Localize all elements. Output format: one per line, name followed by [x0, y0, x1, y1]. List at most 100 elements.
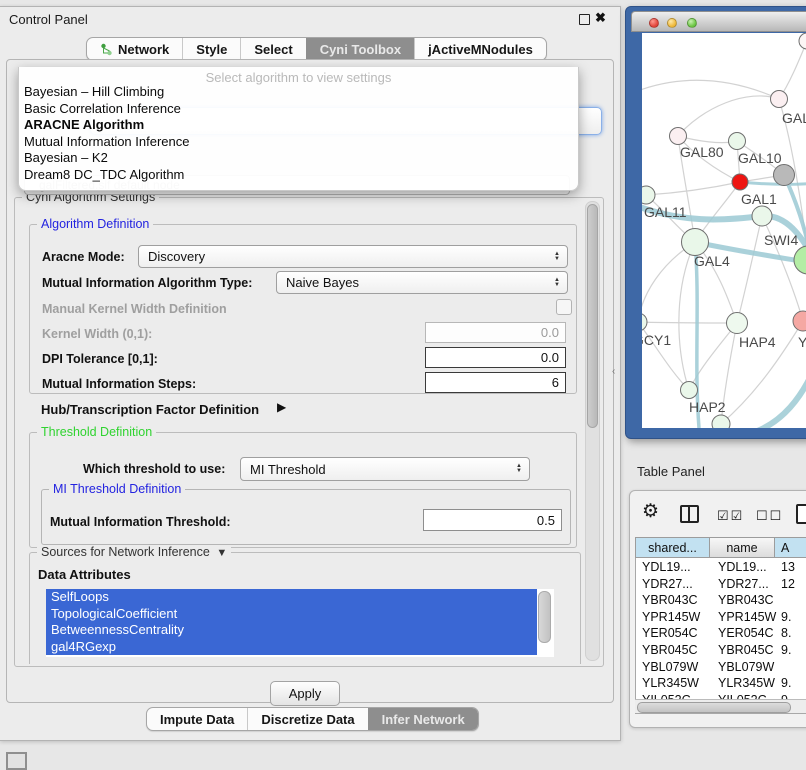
node-gal4[interactable] — [682, 229, 709, 256]
float-window-icon[interactable] — [579, 14, 590, 25]
table-row[interactable]: YDL19...YDL19...13 — [635, 559, 806, 576]
node-gcy1[interactable] — [642, 313, 647, 331]
node-label: HAP4 — [739, 334, 776, 350]
settings-scrollbar-thumb[interactable] — [587, 204, 598, 428]
apply-button[interactable]: Apply — [270, 681, 340, 706]
tab-cyni-toolbox[interactable]: Cyni Toolbox — [306, 38, 414, 60]
tab-discretize-data[interactable]: Discretize Data — [247, 708, 367, 730]
cell: 9 — [781, 693, 788, 699]
column-header-partial[interactable]: A — [775, 537, 806, 558]
algorithm-option-selected[interactable]: ARACNE Algorithm — [24, 117, 144, 132]
kernel-width-label: Kernel Width (0,1): — [42, 327, 152, 341]
settings-viewport: Algorithm Definition Aracne Mode: Discov… — [15, 198, 601, 664]
node[interactable] — [771, 91, 788, 108]
attribute-item-selected[interactable]: TopologicalCoefficient — [46, 606, 537, 623]
node-salmon[interactable] — [793, 311, 806, 331]
algorithm-option[interactable]: Bayesian – Hill Climbing — [24, 84, 164, 99]
tab-label: Discretize Data — [261, 712, 354, 727]
tab-jactivemnodules[interactable]: jActiveMNodules — [414, 38, 546, 60]
algorithm-option[interactable]: Bayesian – K2 — [24, 150, 108, 165]
export-table-icon[interactable] — [796, 504, 806, 524]
network-canvas[interactable]: GAL GAL80 GAL10 GAL1 GAL11 SWI4 GAL4 GCY… — [642, 33, 806, 428]
node-hap4[interactable] — [727, 313, 748, 334]
kernel-width-input[interactable] — [425, 322, 566, 343]
cell: YBL079W — [642, 660, 698, 674]
collapse-arrow-icon[interactable]: ▼ — [213, 547, 227, 559]
which-threshold-value: MI Threshold — [250, 462, 326, 477]
tab-label: Style — [196, 42, 227, 57]
tab-style[interactable]: Style — [182, 38, 240, 60]
algorithm-option[interactable]: Basic Correlation Inference — [24, 101, 181, 116]
table-row-clipped[interactable]: YIL052CYIL052C9 — [635, 692, 806, 699]
column-header-shared-name[interactable]: shared... — [635, 537, 710, 558]
node-gal11[interactable] — [642, 186, 655, 204]
node-label: GCY1 — [642, 332, 671, 348]
node-gal10[interactable] — [729, 133, 746, 150]
mi-algorithm-type-combobox[interactable]: Naive Bayes ▲▼ — [276, 271, 568, 294]
node[interactable] — [712, 415, 730, 428]
mi-algorithm-type-label: Mutual Information Algorithm Type: — [42, 276, 252, 290]
tab-network[interactable]: Network — [87, 38, 182, 60]
table-row[interactable]: YBR045CYBR045C9. — [635, 642, 806, 659]
table-horizontal-scrollbar[interactable] — [635, 699, 806, 713]
algorithm-option[interactable]: Mutual Information Inference — [24, 134, 189, 149]
attribute-item-selected[interactable]: BetweennessCentrality — [46, 622, 537, 639]
which-threshold-combobox[interactable]: MI Threshold ▲▼ — [240, 457, 530, 481]
control-panel-title: Control Panel — [9, 12, 88, 27]
algorithm-option[interactable]: Dream8 DC_TDC Algorithm — [24, 167, 184, 182]
node-label: Y — [798, 334, 806, 350]
expand-arrow-icon[interactable]: ▶ — [277, 400, 286, 414]
cell: YLR345W — [718, 676, 775, 690]
table-row[interactable]: YBL079WYBL079W — [635, 659, 806, 676]
mi-steps-input[interactable] — [425, 372, 566, 393]
dpi-tolerance-input[interactable] — [425, 347, 566, 368]
aracne-mode-combobox[interactable]: Discovery ▲▼ — [138, 245, 568, 268]
attribute-item-selected[interactable]: SelfLoops — [46, 589, 537, 606]
table-row[interactable]: YLR345WYLR345W9. — [635, 675, 806, 692]
node-gal1-red[interactable] — [732, 174, 748, 190]
deselect-all-checkboxes-icon[interactable]: ☐☐ — [756, 508, 783, 524]
spinner-arrows-icon: ▲▼ — [554, 252, 560, 262]
cell: YPR145W — [718, 610, 776, 624]
minimize-traffic-light-icon[interactable] — [667, 18, 677, 28]
splitter-handle[interactable]: ‹ — [612, 366, 615, 377]
manual-kernel-checkbox[interactable] — [556, 299, 572, 315]
settings-scrollbar[interactable] — [585, 201, 600, 661]
column-header-name[interactable]: name — [710, 537, 775, 558]
network-graph: GAL GAL80 GAL10 GAL1 GAL11 SWI4 GAL4 GCY… — [642, 33, 806, 428]
table-row[interactable]: YDR27...YDR27...12 — [635, 576, 806, 593]
attribute-item-selected[interactable]: gal4RGexp — [46, 639, 537, 656]
node-swi4[interactable] — [752, 206, 772, 226]
group-title: Threshold Definition — [37, 425, 156, 439]
close-icon[interactable]: ✖ — [595, 10, 606, 26]
node-label: HAP2 — [689, 399, 726, 415]
columns-icon[interactable] — [680, 505, 699, 523]
tab-label: Infer Network — [382, 712, 465, 727]
table-row[interactable]: YPR145WYPR145W9. — [635, 609, 806, 626]
tab-select[interactable]: Select — [240, 38, 305, 60]
network-window-titlebar[interactable] — [631, 11, 806, 32]
spinner-arrows-icon: ▲▼ — [516, 464, 522, 474]
table-horizontal-scrollbar-thumb[interactable] — [637, 702, 791, 713]
table-row[interactable]: YBR043CYBR043C — [635, 592, 806, 609]
node-hap2[interactable] — [681, 382, 698, 399]
cell: YDR27... — [718, 577, 769, 591]
node[interactable] — [799, 33, 806, 49]
mi-threshold-input[interactable] — [423, 509, 562, 531]
table-row[interactable]: YER054CYER054C8. — [635, 625, 806, 642]
node-gal80[interactable] — [670, 128, 687, 145]
tab-infer-network[interactable]: Infer Network — [368, 708, 478, 730]
node-bright-green[interactable] — [794, 246, 806, 274]
select-all-checkboxes-icon[interactable]: ☑☑ — [717, 508, 744, 524]
gear-icon[interactable]: ⚙ — [642, 500, 659, 523]
close-traffic-light-icon[interactable] — [649, 18, 659, 28]
zoom-traffic-light-icon[interactable] — [687, 18, 697, 28]
node-gray[interactable] — [774, 165, 795, 186]
mi-threshold-definition-group: MI Threshold Definition Mutual Informati… — [41, 489, 571, 545]
cell: YDL19... — [718, 560, 767, 574]
attribute-list-scrollbar[interactable] — [538, 591, 551, 643]
tab-impute-data[interactable]: Impute Data — [147, 708, 247, 730]
cyni-bottom-tabbar: Impute Data Discretize Data Infer Networ… — [146, 707, 479, 731]
docked-panel-icon[interactable] — [6, 752, 27, 770]
group-title: Sources for Network Inference ▼ — [37, 545, 231, 559]
